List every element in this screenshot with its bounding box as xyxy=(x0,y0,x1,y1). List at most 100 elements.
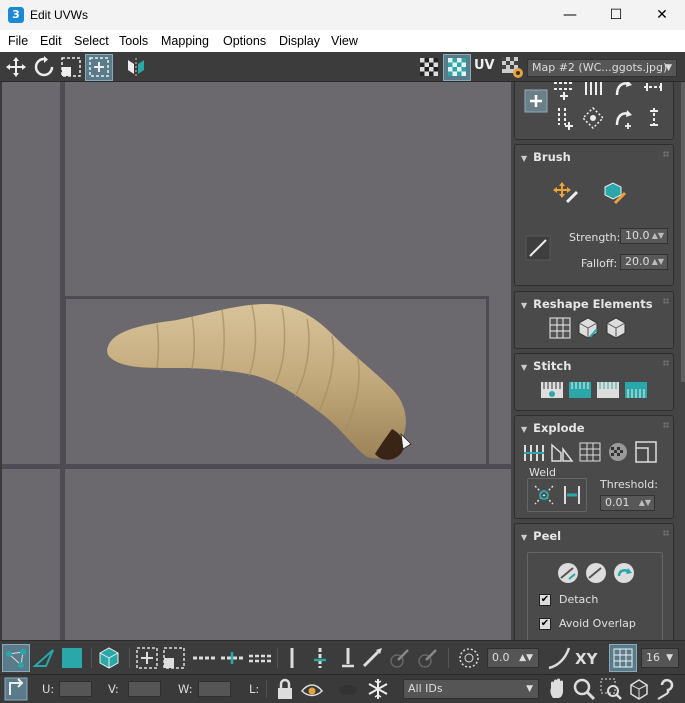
v-field[interactable] xyxy=(128,681,161,697)
explode-rollout-header[interactable]: ▼ Explode xyxy=(521,421,585,435)
rotate-cw-icon[interactable] xyxy=(609,82,635,101)
relax-brush-icon[interactable] xyxy=(601,179,627,205)
stitch-rollout-header[interactable]: ▼ Stitch xyxy=(521,359,571,373)
close-button[interactable]: ✕ xyxy=(639,0,685,30)
edge-loop-shrink-icon[interactable] xyxy=(336,646,360,670)
zoom-icon[interactable] xyxy=(572,677,596,701)
paint-select-icon[interactable] xyxy=(360,646,384,670)
break-icon[interactable] xyxy=(521,439,547,465)
straighten-selection-icon[interactable] xyxy=(547,315,573,341)
checker-pattern-icon[interactable] xyxy=(417,55,441,79)
strength-label: Strength: xyxy=(569,231,621,244)
pan-hand-icon[interactable] xyxy=(546,677,570,701)
map-select-dropdown[interactable]: Map #2 (WC...ggots.jpg) ▼ xyxy=(527,59,677,77)
menu-file[interactable]: File xyxy=(8,34,28,48)
shrink-selection-icon[interactable] xyxy=(162,646,186,670)
menu-display[interactable]: Display xyxy=(279,34,320,48)
menu-select[interactable]: Select xyxy=(74,34,109,48)
select-plus-icon[interactable] xyxy=(523,88,549,114)
relax-element-icon[interactable] xyxy=(575,315,601,341)
space-vertical-icon[interactable] xyxy=(641,105,667,131)
vertex-mode-icon[interactable] xyxy=(4,646,28,670)
stitch-to-source-icon[interactable] xyxy=(623,377,649,403)
panel-scrollbar[interactable] xyxy=(681,82,685,382)
material-ids-dropdown[interactable]: All IDs ▼ xyxy=(403,679,539,699)
split-by-polygon-icon[interactable] xyxy=(549,439,575,465)
rotate-ccw-plus-icon[interactable] xyxy=(609,105,635,131)
show-map-icon[interactable] xyxy=(445,55,469,79)
peel-rollout-header[interactable]: ▼ Peel xyxy=(521,529,561,543)
peel-reset-icon[interactable] xyxy=(611,560,637,586)
threshold-spinner[interactable]: 0.01 ▲▼ xyxy=(600,495,655,511)
align-bottom-icon[interactable] xyxy=(551,105,577,131)
peel-mode-icon[interactable] xyxy=(583,560,609,586)
menu-tools[interactable]: Tools xyxy=(119,34,148,48)
menu-view[interactable]: View xyxy=(331,34,358,48)
soft-selection-icon[interactable] xyxy=(457,646,481,670)
relax-cube-icon[interactable] xyxy=(603,315,629,341)
edge-loop-icon[interactable] xyxy=(192,646,216,670)
w-field[interactable] xyxy=(198,681,231,697)
avoid-overlap-checkbox[interactable]: ✔ xyxy=(539,618,551,630)
polygon-mode-icon[interactable] xyxy=(60,646,84,670)
align-horizontal-icon[interactable] xyxy=(551,82,577,101)
minimize-button[interactable]: — xyxy=(547,0,593,30)
paint-select-shrink-icon[interactable] xyxy=(416,646,440,670)
reshape-rollout-header[interactable]: ▼ Reshape Elements xyxy=(521,297,653,311)
strength-spinner[interactable]: 10.0 ▲▼ xyxy=(620,228,668,244)
element-mode-icon[interactable] xyxy=(97,646,121,670)
weld-diamond-icon[interactable] xyxy=(580,105,606,131)
stitch-custom-icon[interactable] xyxy=(539,377,565,403)
help-question-icon[interactable] xyxy=(655,677,679,701)
freeform-mode-icon[interactable] xyxy=(87,55,111,79)
falloff-spinner[interactable]: 20.0 ▲▼ xyxy=(620,254,668,270)
move-icon[interactable] xyxy=(4,55,28,79)
space-horizontal-icon[interactable] xyxy=(641,82,667,101)
brush-rollout-header[interactable]: ▼ Brush xyxy=(521,150,571,164)
mirror-icon[interactable] xyxy=(124,55,148,79)
rotate-icon[interactable] xyxy=(32,55,56,79)
falloff-curve-icon[interactable] xyxy=(547,646,571,670)
weld-target-icon[interactable] xyxy=(559,482,585,508)
grid-snap-icon[interactable] xyxy=(611,646,635,670)
menu-options[interactable]: Options xyxy=(223,34,266,48)
grid-size-dropdown[interactable]: 16 ▼ xyxy=(641,648,679,668)
freeze-snowflake-icon[interactable] xyxy=(366,677,390,701)
absolute-offset-icon[interactable] xyxy=(4,677,28,701)
edge-ring-grow-icon[interactable] xyxy=(220,646,244,670)
lock-icon[interactable] xyxy=(273,677,297,701)
quick-peel-icon[interactable] xyxy=(555,560,581,586)
offset-spinner[interactable]: 0.0 ▲▼ xyxy=(487,648,539,668)
detach-checkbox[interactable]: ✔ xyxy=(539,594,551,606)
align-vertical-icon[interactable] xyxy=(580,82,606,101)
show-hide-eye-icon[interactable] xyxy=(300,677,324,701)
xy-toggle[interactable]: XY xyxy=(575,650,597,668)
split-by-material-icon[interactable] xyxy=(605,439,631,465)
brush-title: Brush xyxy=(533,150,571,164)
u-field[interactable] xyxy=(59,681,92,697)
map-settings-icon[interactable] xyxy=(500,55,524,79)
uv-viewport[interactable] xyxy=(0,82,511,640)
menu-edit[interactable]: Edit xyxy=(40,34,62,48)
stitch-to-target-icon[interactable] xyxy=(567,377,593,403)
paint-select-grow-icon[interactable] xyxy=(388,646,412,670)
menu-mapping[interactable]: Mapping xyxy=(161,34,209,48)
edge-loop-select-icon[interactable] xyxy=(280,646,304,670)
maximize-button[interactable]: ☐ xyxy=(593,0,639,30)
edge-mode-icon[interactable] xyxy=(32,646,56,670)
flatten-to-seams-icon[interactable] xyxy=(633,439,659,465)
split-by-smoothing-icon[interactable] xyxy=(577,439,603,465)
title-bar: 3 Edit UVWs — ☐ ✕ xyxy=(0,0,685,30)
brush-falloff-icon[interactable] xyxy=(525,235,551,261)
uv-toggle[interactable]: UV xyxy=(474,58,495,73)
zoom-extents-icon[interactable] xyxy=(627,677,651,701)
zoom-region-icon[interactable] xyxy=(599,677,623,701)
hide-unselected-icon[interactable] xyxy=(336,677,360,701)
grow-selection-icon[interactable] xyxy=(135,646,159,670)
stitch-to-average-icon[interactable] xyxy=(595,377,621,403)
edge-loop-grow-icon[interactable] xyxy=(308,646,332,670)
scale-icon[interactable] xyxy=(59,55,83,79)
weld-selected-icon[interactable] xyxy=(531,482,557,508)
edge-ring-shrink-icon[interactable] xyxy=(248,646,272,670)
paint-move-brush-icon[interactable] xyxy=(553,179,579,205)
